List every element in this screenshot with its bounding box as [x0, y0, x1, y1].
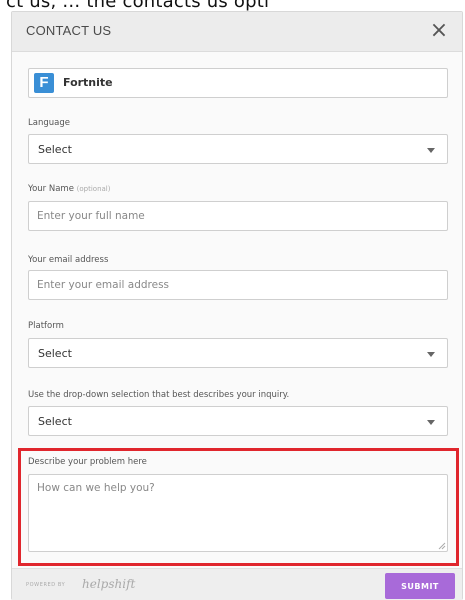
optional-tag: (optional) [76, 185, 111, 193]
chevron-down-icon [427, 352, 435, 357]
platform-label: Platform [28, 321, 64, 331]
chevron-down-icon [427, 148, 435, 153]
dialog-header: CONTACT US × [12, 12, 462, 52]
app-name: Fortnite [63, 76, 113, 89]
name-label-text: Your Name [28, 184, 74, 194]
language-select-value: Select [38, 143, 72, 156]
platform-select[interactable]: Select [28, 338, 448, 368]
email-label: Your email address [28, 255, 109, 265]
language-select[interactable]: Select [28, 134, 448, 164]
email-field[interactable] [28, 270, 448, 300]
name-label: Your Name (optional) [28, 184, 110, 194]
fortnite-logo-icon: F [34, 73, 54, 93]
full-name-field[interactable] [28, 201, 448, 231]
inquiry-select-value: Select [38, 415, 72, 428]
resize-grip-icon[interactable] [438, 542, 446, 550]
contact-us-dialog: CONTACT US × F Fortnite Language Select … [11, 11, 463, 600]
inquiry-label: Use the drop-down selection that best de… [28, 390, 290, 400]
problem-label: Describe your problem here [28, 457, 147, 467]
problem-description-field[interactable] [28, 474, 448, 552]
inquiry-select[interactable]: Select [28, 406, 448, 436]
platform-select-value: Select [38, 347, 72, 360]
language-label: Language [28, 118, 70, 128]
powered-by-text: POWERED BY [26, 582, 66, 588]
helpshift-logo: helpshift [82, 577, 136, 591]
close-icon[interactable]: × [426, 18, 452, 44]
chevron-down-icon [427, 420, 435, 425]
app-selector: F Fortnite [28, 68, 448, 98]
dialog-title: CONTACT US [26, 23, 112, 38]
submit-button[interactable]: SUBMIT [385, 573, 455, 599]
dialog-footer: POWERED BY helpshift SUBMIT [12, 568, 462, 600]
